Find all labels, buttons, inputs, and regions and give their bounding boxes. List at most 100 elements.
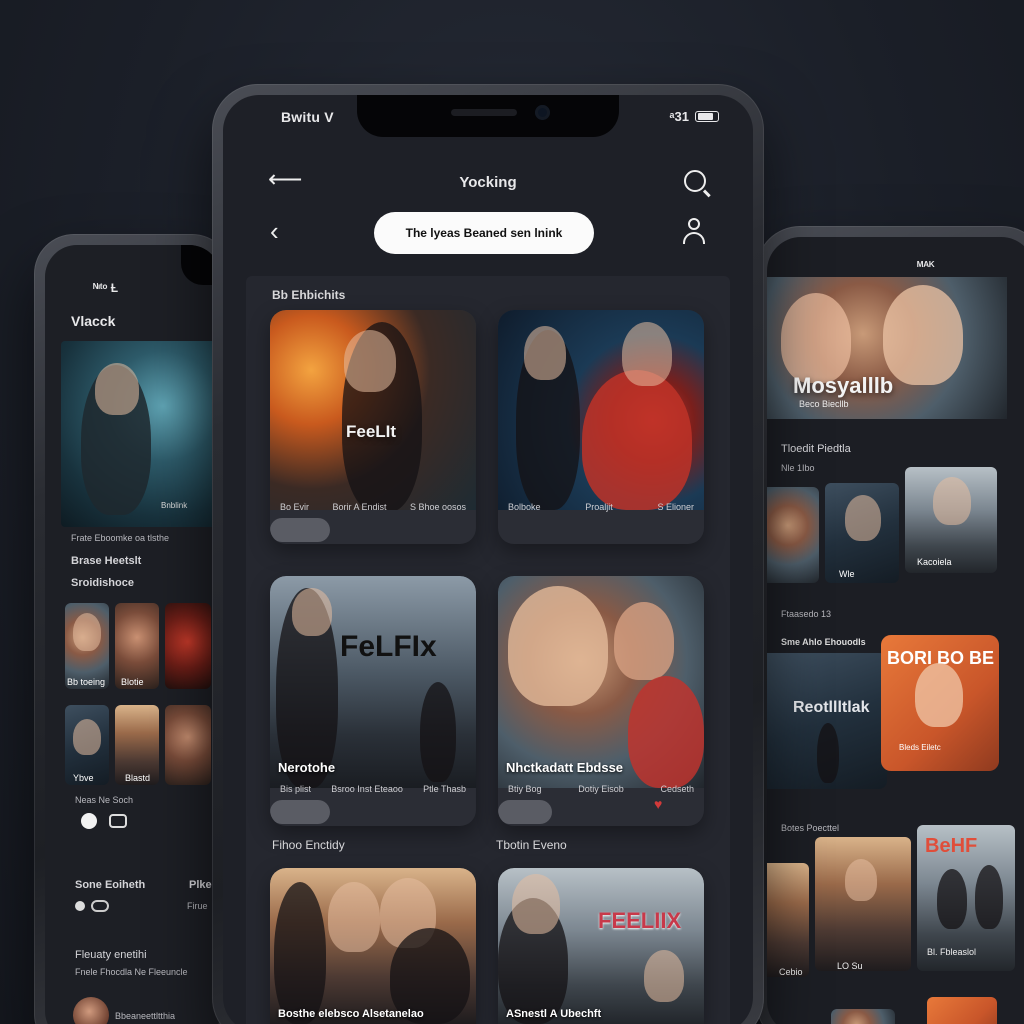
thumb-caption: Blastd xyxy=(125,773,151,783)
card-title: Nerotohe xyxy=(278,760,336,775)
card-meta-left: Bolboke xyxy=(508,502,541,512)
movie-card[interactable]: Bolboke Proaljit S Elioner xyxy=(498,310,704,544)
card-meta-right: Cedseth xyxy=(660,784,694,794)
toggle-icon[interactable] xyxy=(75,901,85,911)
section-label: Fleuaty enetihi xyxy=(75,949,147,961)
movie-card[interactable]: FeeLIt Bo Evir Borir A Endist S Bhoe oos… xyxy=(270,310,476,544)
heart-icon[interactable]: ♥ xyxy=(654,796,662,812)
section-label: Nle 1Ibo xyxy=(781,463,815,473)
row-label: Sone Eoiheth xyxy=(75,879,146,891)
status-carrier: Bwitu V xyxy=(281,109,334,125)
thumb-poster[interactable] xyxy=(165,603,211,689)
poster-face xyxy=(524,326,566,380)
search-input[interactable]: The lyeas Beaned sen lnink xyxy=(374,212,594,254)
movie-card[interactable]: FeLFIx Nerotohe Bis plist Bsroo Inst Ete… xyxy=(270,576,476,826)
card-meta-mid: Borir A Endist xyxy=(332,502,387,512)
progress-pill[interactable] xyxy=(498,800,552,824)
section-label: Brase Heetslt xyxy=(71,555,142,567)
poster-card[interactable]: BORI BO BE Bleds Eiletc xyxy=(881,635,999,771)
progress-pill[interactable] xyxy=(270,518,330,542)
poster-title: BeHF xyxy=(925,835,978,857)
poster-figure xyxy=(628,676,704,788)
hero-poster[interactable]: Bnblink xyxy=(61,341,221,527)
thumb-caption: Kacoiela xyxy=(917,557,952,567)
card-poster xyxy=(270,868,476,1024)
section-label: Sme Ahlo Ehouodls xyxy=(781,637,866,647)
thumb-caption: Blotie xyxy=(121,677,144,687)
section-label: Tloedit Piedtla xyxy=(781,443,851,455)
card-meta: Bolboke Proaljit S Elioner xyxy=(508,502,694,512)
card-poster xyxy=(498,310,704,510)
chat-icon[interactable] xyxy=(109,814,127,828)
poster-figure xyxy=(817,723,839,783)
screen-title: Yocking xyxy=(459,174,517,191)
card-title: Bosthe elebsco Alsetanelao xyxy=(278,1008,424,1020)
section-label: Sroidishoce xyxy=(71,577,134,589)
thumb-caption: Wle xyxy=(839,569,855,579)
play-icon[interactable] xyxy=(81,813,97,829)
card-meta-right: S Bhoe oosos xyxy=(409,502,466,512)
poster-face xyxy=(508,586,608,706)
phone-right: ᴹᴬᴷ Mosyalllb Beco Biecllb Tloedit Piedt… xyxy=(756,226,1024,1024)
movie-card[interactable]: FEELIIX ASnestl A Ubechft xyxy=(498,868,704,1024)
poster-face xyxy=(344,330,396,392)
card-meta-left: Btiy Bog xyxy=(508,784,542,794)
card-poster: FEELIIX xyxy=(498,868,704,1024)
poster-figure xyxy=(937,869,967,929)
card-title: Nhctkadatt Ebdsse xyxy=(506,760,624,775)
poster-card[interactable]: Reotllltlak xyxy=(767,653,887,789)
chevron-left-icon[interactable]: ‹ xyxy=(270,218,279,244)
poster-face xyxy=(614,602,674,680)
card-meta-right: S Elioner xyxy=(657,502,694,512)
poster-face xyxy=(915,663,963,727)
thumb-poster[interactable] xyxy=(815,837,911,971)
thumb-poster[interactable] xyxy=(831,1009,895,1024)
section-label: Botes Poecttel xyxy=(781,823,840,833)
section-label: Fihoo Enctidy xyxy=(272,838,345,852)
poster-face xyxy=(644,950,684,1002)
thumb-poster[interactable] xyxy=(927,997,997,1024)
row-right: Plke xyxy=(189,879,212,891)
section-label: Ftaasedo 13 xyxy=(781,609,832,619)
card-title: ASnestl A Ubechft xyxy=(506,1008,602,1020)
poster-face xyxy=(328,882,380,952)
poster-title: FeeLIt xyxy=(346,422,397,441)
status-bar: Bwitu V ᵃ31 xyxy=(223,109,753,131)
phone-left-screen: ᴺᶦᵗᵒ Ƚ Vlacck Bnblink Frate Eboomke oa t… xyxy=(45,245,221,1024)
search-icon[interactable] xyxy=(684,170,706,192)
poster-face xyxy=(512,874,560,934)
row-sub: Firue xyxy=(187,901,208,911)
avatar[interactable] xyxy=(73,997,109,1024)
thumb-poster[interactable] xyxy=(767,863,809,977)
card-meta: Btiy Bog Dotiy Eisob Cedseth xyxy=(508,784,694,794)
link-text[interactable]: Neas Ne Soch xyxy=(75,795,133,805)
status-indicator: ᴹᴬᴷ xyxy=(917,259,935,273)
card-meta-left: Bis plist xyxy=(280,784,312,794)
thumb-caption: Bl. Fbleaslol xyxy=(927,947,977,957)
status-signal: ᵃ31 xyxy=(669,109,689,124)
poster-sub: Bleds Eiletc xyxy=(899,743,941,752)
profile-icon[interactable] xyxy=(682,218,706,248)
poster-title: FeLFIx xyxy=(340,630,437,663)
progress-pill[interactable] xyxy=(270,800,330,824)
card-poster xyxy=(498,576,704,788)
link-icon[interactable] xyxy=(91,900,109,912)
thumb-caption: Cebio xyxy=(779,967,803,977)
poster-title: Reotllltlak xyxy=(793,699,870,716)
section-label: Fnele Fhocdla Ne Fleeuncle xyxy=(75,967,188,977)
card-poster: FeLFIx xyxy=(270,576,476,788)
hero-poster[interactable]: Mosyalllb Beco Biecllb xyxy=(767,277,1007,419)
card-meta-mid: Dotiy Eisob xyxy=(578,784,624,794)
top-bar: ⟵ Yocking xyxy=(212,168,764,198)
card-meta: Bo Evir Borir A Endist S Bhoe oosos xyxy=(280,502,466,512)
thumb-caption: Bb toeing xyxy=(67,677,106,687)
thumb-poster[interactable] xyxy=(767,487,819,583)
movie-card[interactable]: Nhctkadatt Ebdsse Btiy Bog Dotiy Eisob C… xyxy=(498,576,704,826)
phone-left: ᴺᶦᵗᵒ Ƚ Vlacck Bnblink Frate Eboomke oa t… xyxy=(34,234,232,1024)
thumb-poster[interactable] xyxy=(165,705,211,785)
page-title: Vlacck xyxy=(71,313,116,329)
thumb-poster[interactable] xyxy=(825,483,899,583)
movie-card[interactable]: Bosthe elebsco Alsetanelao xyxy=(270,868,476,1024)
hero-sub: Bnblink xyxy=(161,501,188,510)
poster-title: FEELIIX xyxy=(598,908,682,933)
